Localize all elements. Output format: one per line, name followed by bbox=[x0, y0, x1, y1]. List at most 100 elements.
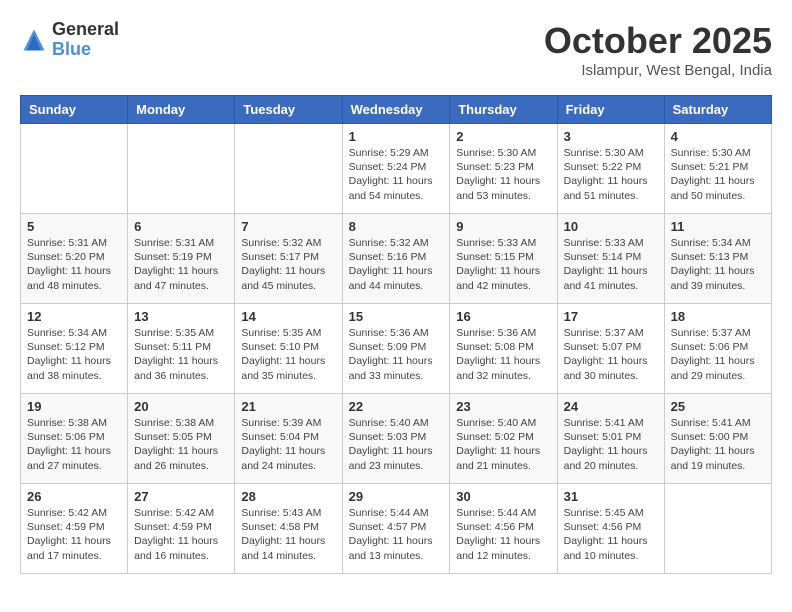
calendar-cell: 1 Sunrise: 5:29 AM Sunset: 5:24 PM Daylig… bbox=[342, 124, 450, 214]
calendar-day-header: Friday bbox=[557, 96, 664, 124]
day-info: Sunrise: 5:34 AM Sunset: 5:12 PM Dayligh… bbox=[27, 326, 121, 383]
day-info: Sunrise: 5:30 AM Sunset: 5:22 PM Dayligh… bbox=[564, 146, 658, 203]
day-number: 16 bbox=[456, 309, 550, 324]
calendar-cell: 9Sunrise: 5:33 AM Sunset: 5:15 PM Daylig… bbox=[450, 214, 557, 304]
calendar-cell: 14Sunrise: 5:35 AM Sunset: 5:10 PM Dayli… bbox=[235, 304, 342, 394]
calendar-cell bbox=[235, 124, 342, 214]
calendar-cell bbox=[21, 124, 128, 214]
day-number: 4 bbox=[671, 129, 765, 144]
day-number: 24 bbox=[564, 399, 658, 414]
calendar-cell bbox=[128, 124, 235, 214]
day-info: Sunrise: 5:33 AM Sunset: 5:15 PM Dayligh… bbox=[456, 236, 550, 293]
calendar-cell: 23Sunrise: 5:40 AM Sunset: 5:02 PM Dayli… bbox=[450, 394, 557, 484]
day-number: 14 bbox=[241, 309, 335, 324]
day-number: 8 bbox=[349, 219, 444, 234]
logo-icon bbox=[20, 26, 48, 54]
day-info: Sunrise: 5:35 AM Sunset: 5:11 PM Dayligh… bbox=[134, 326, 228, 383]
calendar-cell: 19Sunrise: 5:38 AM Sunset: 5:06 PM Dayli… bbox=[21, 394, 128, 484]
calendar-week-row: 19Sunrise: 5:38 AM Sunset: 5:06 PM Dayli… bbox=[21, 394, 772, 484]
calendar-cell: 6 Sunrise: 5:31 AM Sunset: 5:19 PM Daylig… bbox=[128, 214, 235, 304]
calendar-cell: 21Sunrise: 5:39 AM Sunset: 5:04 PM Dayli… bbox=[235, 394, 342, 484]
logo: General Blue bbox=[20, 20, 119, 60]
day-info: Sunrise: 5:32 AM Sunset: 5:16 PM Dayligh… bbox=[349, 236, 444, 293]
day-number: 10 bbox=[564, 219, 658, 234]
day-info: Sunrise: 5:45 AM Sunset: 4:56 PM Dayligh… bbox=[564, 506, 658, 563]
day-number: 28 bbox=[241, 489, 335, 504]
calendar-cell: 12 Sunrise: 5:34 AM Sunset: 5:12 PM Dayli… bbox=[21, 304, 128, 394]
logo-text: General Blue bbox=[52, 20, 119, 60]
calendar-cell: 13 Sunrise: 5:35 AM Sunset: 5:11 PM Dayli… bbox=[128, 304, 235, 394]
day-info: Sunrise: 5:29 AM Sunset: 5:24 PM Dayligh… bbox=[349, 146, 444, 203]
calendar-cell: 4 Sunrise: 5:30 AM Sunset: 5:21 PM Daylig… bbox=[664, 124, 771, 214]
day-number: 25 bbox=[671, 399, 765, 414]
calendar-cell: 24 Sunrise: 5:41 AM Sunset: 5:01 PM Dayli… bbox=[557, 394, 664, 484]
calendar-header-row: SundayMondayTuesdayWednesdayThursdayFrid… bbox=[21, 96, 772, 124]
day-number: 1 bbox=[349, 129, 444, 144]
day-info: Sunrise: 5:44 AM Sunset: 4:57 PM Dayligh… bbox=[349, 506, 444, 563]
day-info: Sunrise: 5:36 AM Sunset: 5:09 PM Dayligh… bbox=[349, 326, 444, 383]
calendar-cell: 3 Sunrise: 5:30 AM Sunset: 5:22 PM Daylig… bbox=[557, 124, 664, 214]
day-number: 6 bbox=[134, 219, 228, 234]
day-number: 30 bbox=[456, 489, 550, 504]
day-info: Sunrise: 5:43 AM Sunset: 4:58 PM Dayligh… bbox=[241, 506, 335, 563]
day-info: Sunrise: 5:42 AM Sunset: 4:59 PM Dayligh… bbox=[27, 506, 121, 563]
calendar-cell: 2 Sunrise: 5:30 AM Sunset: 5:23 PM Daylig… bbox=[450, 124, 557, 214]
calendar-cell: 8 Sunrise: 5:32 AM Sunset: 5:16 PM Daylig… bbox=[342, 214, 450, 304]
day-info: Sunrise: 5:31 AM Sunset: 5:19 PM Dayligh… bbox=[134, 236, 228, 293]
day-number: 5 bbox=[27, 219, 121, 234]
calendar-day-header: Tuesday bbox=[235, 96, 342, 124]
calendar-week-row: 5 Sunrise: 5:31 AM Sunset: 5:20 PM Daylig… bbox=[21, 214, 772, 304]
day-number: 15 bbox=[349, 309, 444, 324]
day-number: 31 bbox=[564, 489, 658, 504]
day-info: Sunrise: 5:31 AM Sunset: 5:20 PM Dayligh… bbox=[27, 236, 121, 293]
calendar-cell: 28 Sunrise: 5:43 AM Sunset: 4:58 PM Dayli… bbox=[235, 484, 342, 574]
day-info: Sunrise: 5:40 AM Sunset: 5:02 PM Dayligh… bbox=[456, 416, 550, 473]
day-number: 20 bbox=[134, 399, 228, 414]
day-info: Sunrise: 5:38 AM Sunset: 5:06 PM Dayligh… bbox=[27, 416, 121, 473]
calendar-cell: 29 Sunrise: 5:44 AM Sunset: 4:57 PM Dayli… bbox=[342, 484, 450, 574]
calendar-cell: 26 Sunrise: 5:42 AM Sunset: 4:59 PM Dayli… bbox=[21, 484, 128, 574]
day-info: Sunrise: 5:38 AM Sunset: 5:05 PM Dayligh… bbox=[134, 416, 228, 473]
calendar-cell: 27 Sunrise: 5:42 AM Sunset: 4:59 PM Dayli… bbox=[128, 484, 235, 574]
calendar-cell: 25Sunrise: 5:41 AM Sunset: 5:00 PM Dayli… bbox=[664, 394, 771, 484]
calendar-table: SundayMondayTuesdayWednesdayThursdayFrid… bbox=[20, 95, 772, 574]
month-title: October 2025 bbox=[544, 20, 772, 62]
day-info: Sunrise: 5:32 AM Sunset: 5:17 PM Dayligh… bbox=[241, 236, 335, 293]
day-info: Sunrise: 5:30 AM Sunset: 5:23 PM Dayligh… bbox=[456, 146, 550, 203]
calendar-cell: 30 Sunrise: 5:44 AM Sunset: 4:56 PM Dayli… bbox=[450, 484, 557, 574]
title-area: October 2025 Islampur, West Bengal, Indi… bbox=[544, 20, 772, 79]
page-header: General Blue October 2025 Islampur, West… bbox=[20, 20, 772, 79]
location: Islampur, West Bengal, India bbox=[544, 62, 772, 79]
calendar-cell: 17Sunrise: 5:37 AM Sunset: 5:07 PM Dayli… bbox=[557, 304, 664, 394]
calendar-cell: 22Sunrise: 5:40 AM Sunset: 5:03 PM Dayli… bbox=[342, 394, 450, 484]
day-info: Sunrise: 5:40 AM Sunset: 5:03 PM Dayligh… bbox=[349, 416, 444, 473]
calendar-day-header: Monday bbox=[128, 96, 235, 124]
calendar-cell bbox=[664, 484, 771, 574]
day-info: Sunrise: 5:42 AM Sunset: 4:59 PM Dayligh… bbox=[134, 506, 228, 563]
day-info: Sunrise: 5:30 AM Sunset: 5:21 PM Dayligh… bbox=[671, 146, 765, 203]
calendar-day-header: Thursday bbox=[450, 96, 557, 124]
day-number: 26 bbox=[27, 489, 121, 504]
logo-blue: Blue bbox=[52, 40, 119, 60]
day-info: Sunrise: 5:33 AM Sunset: 5:14 PM Dayligh… bbox=[564, 236, 658, 293]
logo-general: General bbox=[52, 20, 119, 40]
calendar-cell: 31 Sunrise: 5:45 AM Sunset: 4:56 PM Dayli… bbox=[557, 484, 664, 574]
day-number: 27 bbox=[134, 489, 228, 504]
day-number: 7 bbox=[241, 219, 335, 234]
day-number: 12 bbox=[27, 309, 121, 324]
day-number: 29 bbox=[349, 489, 444, 504]
day-info: Sunrise: 5:41 AM Sunset: 5:01 PM Dayligh… bbox=[564, 416, 658, 473]
day-number: 3 bbox=[564, 129, 658, 144]
calendar-cell: 5 Sunrise: 5:31 AM Sunset: 5:20 PM Daylig… bbox=[21, 214, 128, 304]
day-info: Sunrise: 5:37 AM Sunset: 5:06 PM Dayligh… bbox=[671, 326, 765, 383]
calendar-day-header: Saturday bbox=[664, 96, 771, 124]
day-number: 11 bbox=[671, 219, 765, 234]
day-number: 2 bbox=[456, 129, 550, 144]
calendar-week-row: 1 Sunrise: 5:29 AM Sunset: 5:24 PM Daylig… bbox=[21, 124, 772, 214]
calendar-week-row: 26 Sunrise: 5:42 AM Sunset: 4:59 PM Dayli… bbox=[21, 484, 772, 574]
calendar-cell: 10 Sunrise: 5:33 AM Sunset: 5:14 PM Dayli… bbox=[557, 214, 664, 304]
day-info: Sunrise: 5:44 AM Sunset: 4:56 PM Dayligh… bbox=[456, 506, 550, 563]
day-number: 18 bbox=[671, 309, 765, 324]
calendar-day-header: Sunday bbox=[21, 96, 128, 124]
day-number: 13 bbox=[134, 309, 228, 324]
